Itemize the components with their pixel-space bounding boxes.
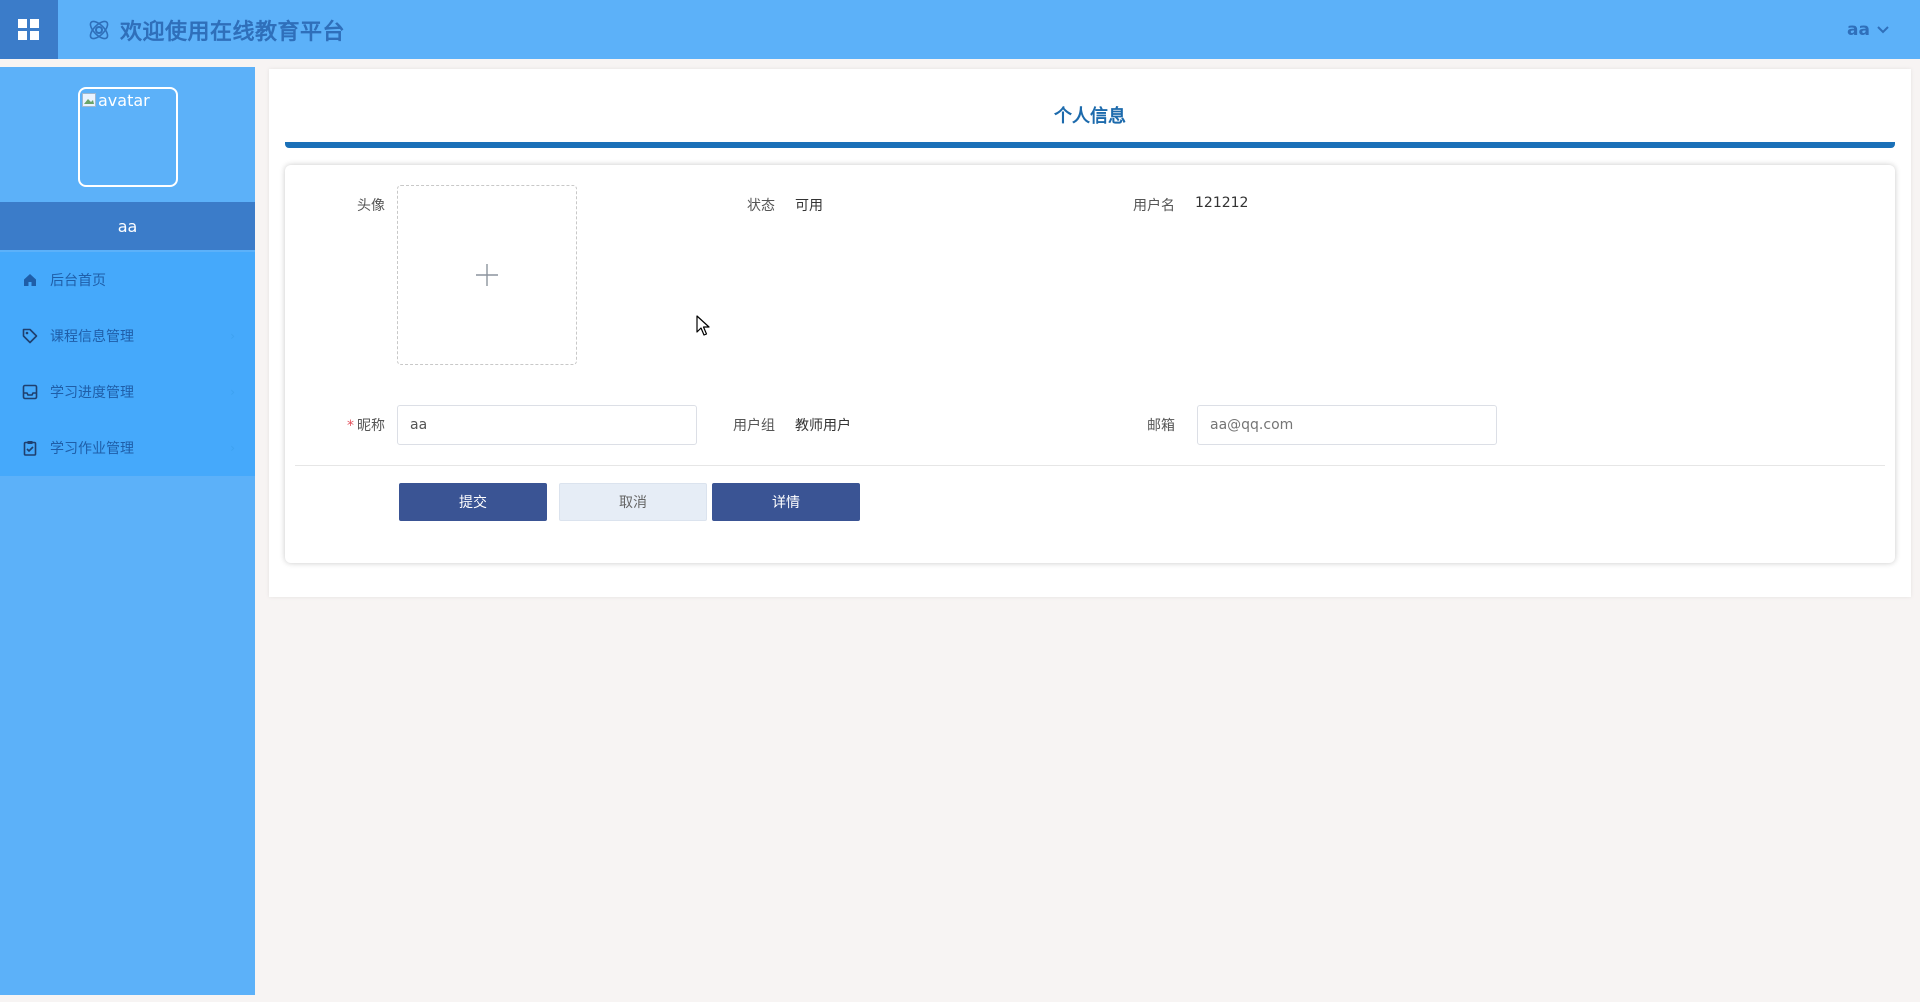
broken-image-icon [82,93,96,107]
main-panel: 个人信息 头像 状态 可用 用户名 121212 *昵称 用户组 教师用户 邮箱… [269,69,1911,597]
nickname-label-text: 昵称 [357,418,385,434]
status-label: 状态 [747,198,775,214]
sidebar-item-progress[interactable]: 学习进度管理 › [0,364,255,420]
sidebar-item-home[interactable]: 后台首页 [0,252,255,308]
avatar-uploader[interactable] [397,185,577,365]
group-label: 用户组 [733,418,775,434]
header-username: aa [1847,19,1870,40]
nickname-label: * 昵称 [325,415,385,435]
top-header: 欢迎使用在线教育平台 aa [0,0,1920,59]
chevron-right-icon: › [230,385,235,399]
sidebar-nav: 后台首页 课程信息管理 › 学习进度管理 › 学习作业管理 › [0,252,255,476]
grid-icon [18,18,39,40]
sidebar: avatar aa 后台首页 课程信息管理 › 学习进度管理 › 学习作业管理 … [0,67,255,995]
avatar: avatar [78,87,178,187]
app-grid-button[interactable] [0,0,58,59]
details-button[interactable]: 详情 [712,483,860,521]
title-underline [285,142,1895,148]
submit-button[interactable]: 提交 [399,483,547,521]
chevron-right-icon: › [230,329,235,343]
sidebar-item-label: 课程信息管理 [50,329,134,345]
chevron-right-icon: › [230,441,235,455]
user-dropdown[interactable]: aa [1847,0,1890,59]
group-value: 教师用户 [795,418,851,434]
cancel-button[interactable]: 取消 [559,483,707,521]
divider [295,465,1885,466]
clipboard-check-icon [23,441,37,456]
status-value: 可用 [795,198,823,214]
brand: 欢迎使用在线教育平台 [86,0,345,59]
mouse-cursor-icon [696,315,710,336]
email-input[interactable] [1197,405,1497,445]
page-title: 个人信息 [1054,106,1126,127]
app-title: 欢迎使用在线教育平台 [120,19,346,45]
email-label: 邮箱 [1147,418,1175,434]
sidebar-item-label: 学习进度管理 [50,385,134,401]
inbox-icon [22,384,38,400]
avatar-alt-text: avatar [98,91,150,110]
sidebar-item-label: 后台首页 [50,273,106,289]
sidebar-item-label: 学习作业管理 [50,441,134,457]
avatar-label: 头像 [357,198,385,214]
home-icon [24,274,36,286]
logo-icon [89,20,109,39]
sidebar-item-homework[interactable]: 学习作业管理 › [0,420,255,476]
plus-icon [476,264,498,286]
required-mark: * [347,418,354,434]
chevron-down-icon [1877,25,1889,33]
sidebar-item-course[interactable]: 课程信息管理 › [0,308,255,364]
profile-form: 头像 状态 可用 用户名 121212 *昵称 用户组 教师用户 邮箱 提交 取… [285,165,1895,563]
tag-icon [22,328,38,344]
username-label: 用户名 [1133,198,1175,214]
sidebar-username: aa [0,202,255,250]
nickname-input[interactable] [397,405,697,445]
username-value: 121212 [1195,195,1249,211]
